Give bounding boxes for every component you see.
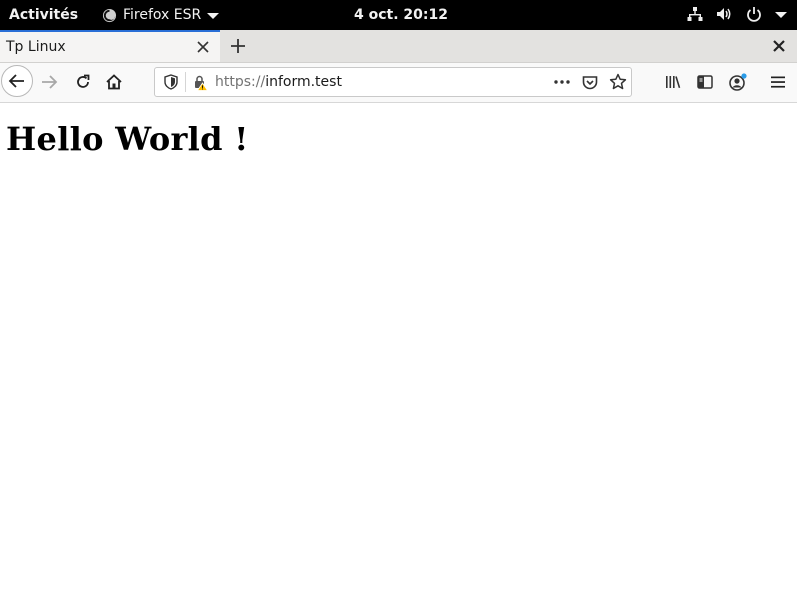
activities-button[interactable]: Activités bbox=[9, 7, 78, 23]
hamburger-menu-icon bbox=[771, 76, 785, 88]
navigation-toolbar: https://inform.test bbox=[0, 63, 797, 103]
clock[interactable]: 4 oct. 20:12 bbox=[354, 7, 448, 23]
forward-icon bbox=[42, 75, 58, 89]
new-tab-icon[interactable] bbox=[229, 37, 247, 55]
page-content: Hello World ! bbox=[0, 103, 797, 598]
main-menu-button[interactable] bbox=[768, 72, 788, 92]
home-icon bbox=[106, 74, 122, 90]
url-protocol: https:// bbox=[215, 74, 266, 90]
gnome-top-bar: Activités Firefox ESR 4 oct. 20:12 bbox=[0, 0, 797, 30]
tab-title: Tp Linux bbox=[6, 39, 66, 55]
url-bar[interactable]: https://inform.test bbox=[154, 67, 632, 97]
app-menu-arrow-icon bbox=[207, 12, 220, 19]
tab-strip: Tp Linux bbox=[0, 30, 797, 63]
library-icon bbox=[666, 76, 681, 89]
insecure-lock-icon[interactable] bbox=[192, 74, 208, 91]
firefox-icon bbox=[102, 8, 117, 22]
back-icon bbox=[8, 74, 24, 88]
sidebar-button[interactable] bbox=[695, 72, 715, 92]
home-button[interactable] bbox=[103, 71, 125, 93]
url-bar-separator bbox=[185, 72, 186, 92]
reload-icon bbox=[77, 74, 90, 88]
back-button[interactable] bbox=[1, 65, 33, 97]
tab-tp-linux[interactable]: Tp Linux bbox=[0, 30, 220, 62]
window-close-icon[interactable] bbox=[772, 39, 786, 53]
close-tab-icon[interactable] bbox=[195, 39, 211, 55]
account-button[interactable] bbox=[727, 71, 749, 93]
tracking-shield-icon[interactable] bbox=[163, 74, 179, 90]
account-icon bbox=[729, 73, 747, 91]
power-icon bbox=[747, 7, 761, 22]
url-host: inform.test bbox=[265, 74, 342, 90]
library-button[interactable] bbox=[663, 72, 683, 92]
forward-button[interactable] bbox=[38, 71, 60, 93]
page-heading: Hello World ! bbox=[6, 120, 249, 158]
app-menu[interactable]: Firefox ESR bbox=[102, 7, 220, 23]
system-menu-arrow-icon bbox=[775, 11, 787, 18]
system-status-area[interactable] bbox=[687, 6, 787, 22]
reload-button[interactable] bbox=[72, 71, 94, 93]
network-icon bbox=[687, 7, 703, 21]
app-menu-label: Firefox ESR bbox=[123, 7, 202, 23]
url-text[interactable]: https://inform.test bbox=[215, 74, 342, 90]
volume-icon bbox=[717, 8, 731, 20]
bookmark-star-icon[interactable] bbox=[609, 73, 627, 91]
pocket-icon[interactable] bbox=[581, 74, 599, 92]
sidebar-icon bbox=[697, 75, 713, 89]
page-actions-icon[interactable] bbox=[553, 75, 571, 89]
